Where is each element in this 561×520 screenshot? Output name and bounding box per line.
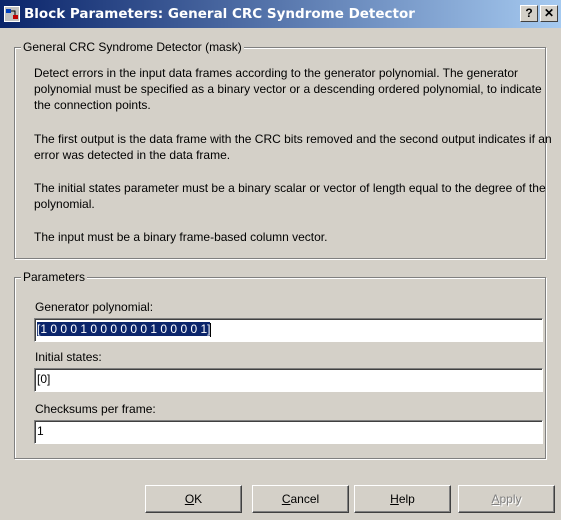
initial-states-label: Initial states: [35,350,102,364]
description-paragraph: The first output is the data frame with … [34,132,552,162]
help-button[interactable]: Help [354,485,451,513]
close-button[interactable]: ✕ [540,5,558,22]
description-paragraph: The input must be a binary frame-based c… [34,230,328,244]
selected-text: [1 0 0 0 1 0 0 0 0 0 0 1 0 0 0 0 1] [37,322,211,336]
title-bar: Block Parameters: General CRC Syndrome D… [0,0,561,28]
question-mark-icon: ? [525,6,533,20]
mask-description-group: General CRC Syndrome Detector (mask) Det… [14,40,552,259]
text-caret [210,322,212,337]
apply-label: pply [499,492,522,506]
checksums-per-frame-input[interactable]: 1 [34,420,543,444]
help-title-button[interactable]: ? [520,5,538,22]
description-paragraph: The initial states parameter must be a b… [34,181,546,211]
parameters-group-legend: Parameters [21,270,88,284]
simulink-block-icon [4,6,20,22]
help-label: elp [398,492,415,506]
mask-group-legend: General CRC Syndrome Detector (mask) [21,40,244,54]
ok-label: K [194,492,203,506]
help-mnemonic: H [390,492,399,506]
window-title: Block Parameters: General CRC Syndrome D… [24,6,415,22]
ok-mnemonic: O [184,492,195,506]
description-paragraph: Detect errors in the input data frames a… [34,66,542,112]
parameters-group: Parameters Generator polynomial: [1 0 0 … [14,270,546,459]
ok-button[interactable]: OK [145,485,242,513]
close-icon: ✕ [543,6,555,20]
generator-polynomial-input[interactable]: [1 0 0 0 1 0 0 0 0 0 0 1 0 0 0 0 1] [34,318,543,342]
cancel-button[interactable]: Cancel [252,485,349,513]
apply-button[interactable]: Apply [458,485,555,513]
apply-mnemonic: A [491,492,500,506]
generator-polynomial-label: Generator polynomial: [35,300,154,314]
initial-states-input[interactable]: [0] [34,368,543,392]
cancel-label: ancel [290,492,320,506]
checksums-per-frame-label: Checksums per frame: [35,402,156,416]
